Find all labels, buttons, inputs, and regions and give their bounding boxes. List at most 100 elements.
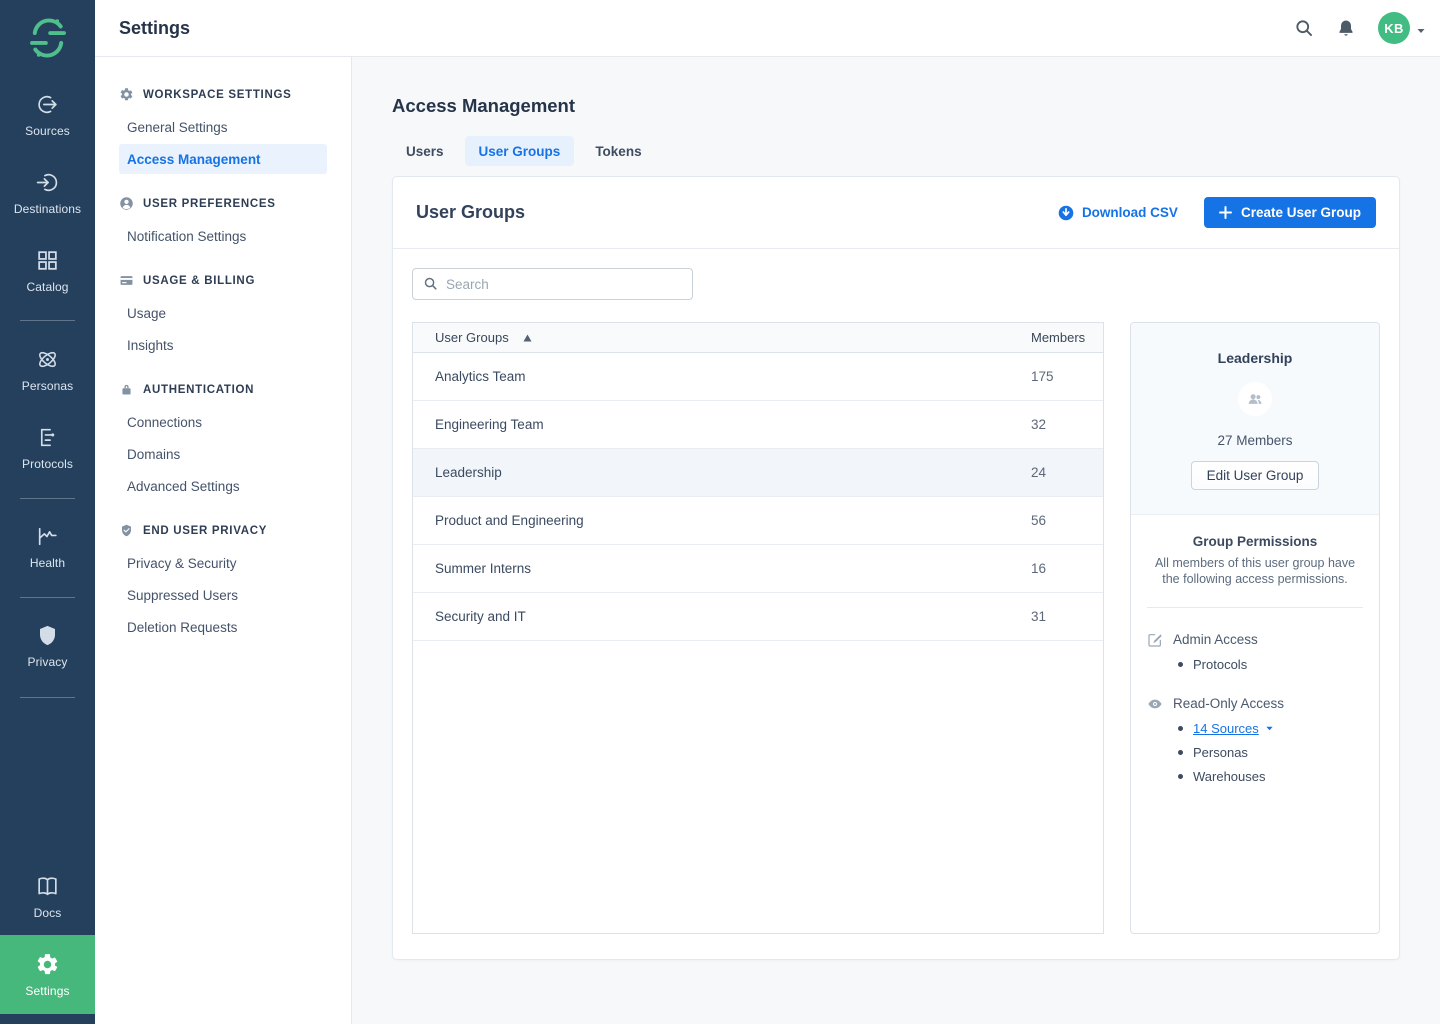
table-row[interactable]: Summer Interns16: [413, 545, 1103, 593]
health-icon: [35, 524, 60, 549]
shield-check-icon: [119, 523, 134, 538]
subnav-section: END USER PRIVACYPrivacy & SecuritySuppre…: [95, 515, 351, 642]
subnav-section: USER PREFERENCES Notification Settings: [95, 188, 351, 251]
permission-group-header: Read-Only Access: [1147, 696, 1363, 712]
user-groups-table: User Groups Members Analytics Team175Eng…: [412, 322, 1104, 934]
chevron-down-icon[interactable]: [1265, 721, 1274, 730]
rail-divider: [20, 498, 75, 499]
rail-item-catalog[interactable]: Catalog: [0, 248, 95, 294]
subnav-item-connections[interactable]: Connections: [119, 407, 327, 437]
search-input[interactable]: [412, 268, 693, 300]
members-count-cell: 24: [1031, 465, 1103, 480]
subnav-section-header: AUTHENTICATION: [95, 374, 351, 405]
search-icon[interactable]: [1294, 18, 1314, 38]
subnav-section-title: AUTHENTICATION: [143, 384, 254, 396]
members-count-cell: 31: [1031, 609, 1103, 624]
chevron-down-icon: [1416, 23, 1426, 33]
gear-icon: [119, 87, 134, 102]
members-count-cell: 56: [1031, 513, 1103, 528]
rail-item-docs[interactable]: Docs: [0, 874, 95, 920]
subnav-section-title: WORKSPACE SETTINGS: [143, 89, 291, 101]
rail-item-label: Destinations: [14, 202, 81, 216]
permission-item: Warehouses: [1177, 769, 1363, 784]
settings-subnav: WORKSPACE SETTINGS General SettingsAccess…: [95, 57, 352, 1024]
bell-icon[interactable]: [1336, 18, 1356, 38]
table-row[interactable]: Analytics Team175: [413, 353, 1103, 401]
sources-link[interactable]: 14 Sources: [1193, 721, 1259, 736]
table-row[interactable]: Security and IT31: [413, 593, 1103, 641]
permission-item: Protocols: [1177, 657, 1363, 672]
eye-icon: [1147, 696, 1163, 712]
rail-item-label: Personas: [22, 379, 74, 393]
download-csv-button[interactable]: Download CSV: [1058, 205, 1178, 221]
tab-tokens[interactable]: Tokens: [581, 136, 655, 166]
tab-user-groups[interactable]: User Groups: [465, 136, 575, 166]
divider: [1147, 607, 1363, 608]
page-title: Access Management: [392, 95, 1400, 117]
detail-group-name: Leadership: [1141, 350, 1369, 366]
subnav-item-privacy-security[interactable]: Privacy & Security: [119, 548, 327, 578]
subnav-item-domains[interactable]: Domains: [119, 439, 327, 469]
table-row[interactable]: Product and Engineering56: [413, 497, 1103, 545]
settings-icon: [35, 952, 60, 977]
subnav-section-title: USAGE & BILLING: [143, 275, 255, 287]
subnav-item-suppressed-users[interactable]: Suppressed Users: [119, 580, 327, 610]
destinations-icon: [35, 170, 60, 195]
user-groups-card: User Groups Download CSV Create User Gro…: [392, 176, 1400, 960]
avatar[interactable]: KB: [1378, 12, 1410, 44]
rail-item-label: Docs: [34, 906, 62, 920]
rail-item-sources[interactable]: Sources: [0, 92, 95, 138]
subnav-section-header: END USER PRIVACY: [95, 515, 351, 546]
subnav-item-deletion-requests[interactable]: Deletion Requests: [119, 612, 327, 642]
search-icon: [423, 276, 438, 291]
rail-item-settings[interactable]: Settings: [0, 935, 95, 1014]
subnav-section: WORKSPACE SETTINGS General SettingsAccess…: [95, 79, 351, 174]
table-row[interactable]: Engineering Team32: [413, 401, 1103, 449]
table-row[interactable]: Leadership24: [413, 449, 1103, 497]
subnav-item-usage[interactable]: Usage: [119, 298, 327, 328]
rail-item-label: Health: [30, 556, 65, 570]
edit-user-group-button[interactable]: Edit User Group: [1191, 461, 1320, 490]
group-permissions-title: Group Permissions: [1147, 534, 1363, 549]
detail-members-count: 27 Members: [1141, 433, 1369, 448]
catalog-icon: [35, 248, 60, 273]
subnav-section-header: USAGE & BILLING: [95, 265, 351, 296]
create-user-group-button[interactable]: Create User Group: [1204, 197, 1376, 228]
permission-group: Read-Only Access 14 Sources Personas Wareho…: [1147, 696, 1363, 784]
segment-logo-icon[interactable]: [0, 16, 95, 60]
rail-divider: [20, 597, 75, 598]
rail-item-personas[interactable]: Personas: [0, 347, 95, 393]
subnav-item-general-settings[interactable]: General Settings: [119, 112, 327, 142]
user-menu[interactable]: KB: [1378, 12, 1426, 44]
user-circle-icon: [119, 196, 134, 211]
subnav-item-notification-settings[interactable]: Notification Settings: [119, 221, 327, 251]
sources-icon: [35, 92, 60, 117]
permission-item: Personas: [1177, 745, 1363, 760]
subnav-section-title: USER PREFERENCES: [143, 198, 276, 210]
card-title: User Groups: [416, 202, 525, 223]
tab-bar: UsersUser GroupsTokens: [392, 136, 1400, 166]
edit-square-icon: [1147, 632, 1163, 648]
rail-item-privacy[interactable]: Privacy: [0, 623, 95, 669]
docs-icon: [35, 874, 60, 899]
rail-divider: [20, 320, 75, 321]
subnav-item-access-management[interactable]: Access Management: [119, 144, 327, 174]
subnav-item-advanced-settings[interactable]: Advanced Settings: [119, 471, 327, 501]
page-context-title: Settings: [119, 18, 190, 39]
permission-list: Protocols: [1177, 657, 1363, 672]
rail-item-health[interactable]: Health: [0, 524, 95, 570]
group-name-cell: Analytics Team: [413, 369, 1031, 384]
subnav-item-insights[interactable]: Insights: [119, 330, 327, 360]
tab-users[interactable]: Users: [392, 136, 458, 166]
subnav-section: USAGE & BILLING UsageInsights: [95, 265, 351, 360]
download-csv-label: Download CSV: [1082, 205, 1178, 220]
rail-item-protocols[interactable]: Protocols: [0, 425, 95, 471]
subnav-section-header: WORKSPACE SETTINGS: [95, 79, 351, 110]
column-header-members[interactable]: Members: [1031, 330, 1103, 345]
rail-item-label: Catalog: [26, 280, 68, 294]
column-header-user-groups[interactable]: User Groups: [413, 330, 1031, 345]
rail-item-label: Privacy: [27, 655, 67, 669]
group-permissions-subtitle: All members of this user group have the …: [1147, 555, 1363, 588]
rail-item-destinations[interactable]: Destinations: [0, 170, 95, 216]
group-name-cell: Leadership: [413, 465, 1031, 480]
